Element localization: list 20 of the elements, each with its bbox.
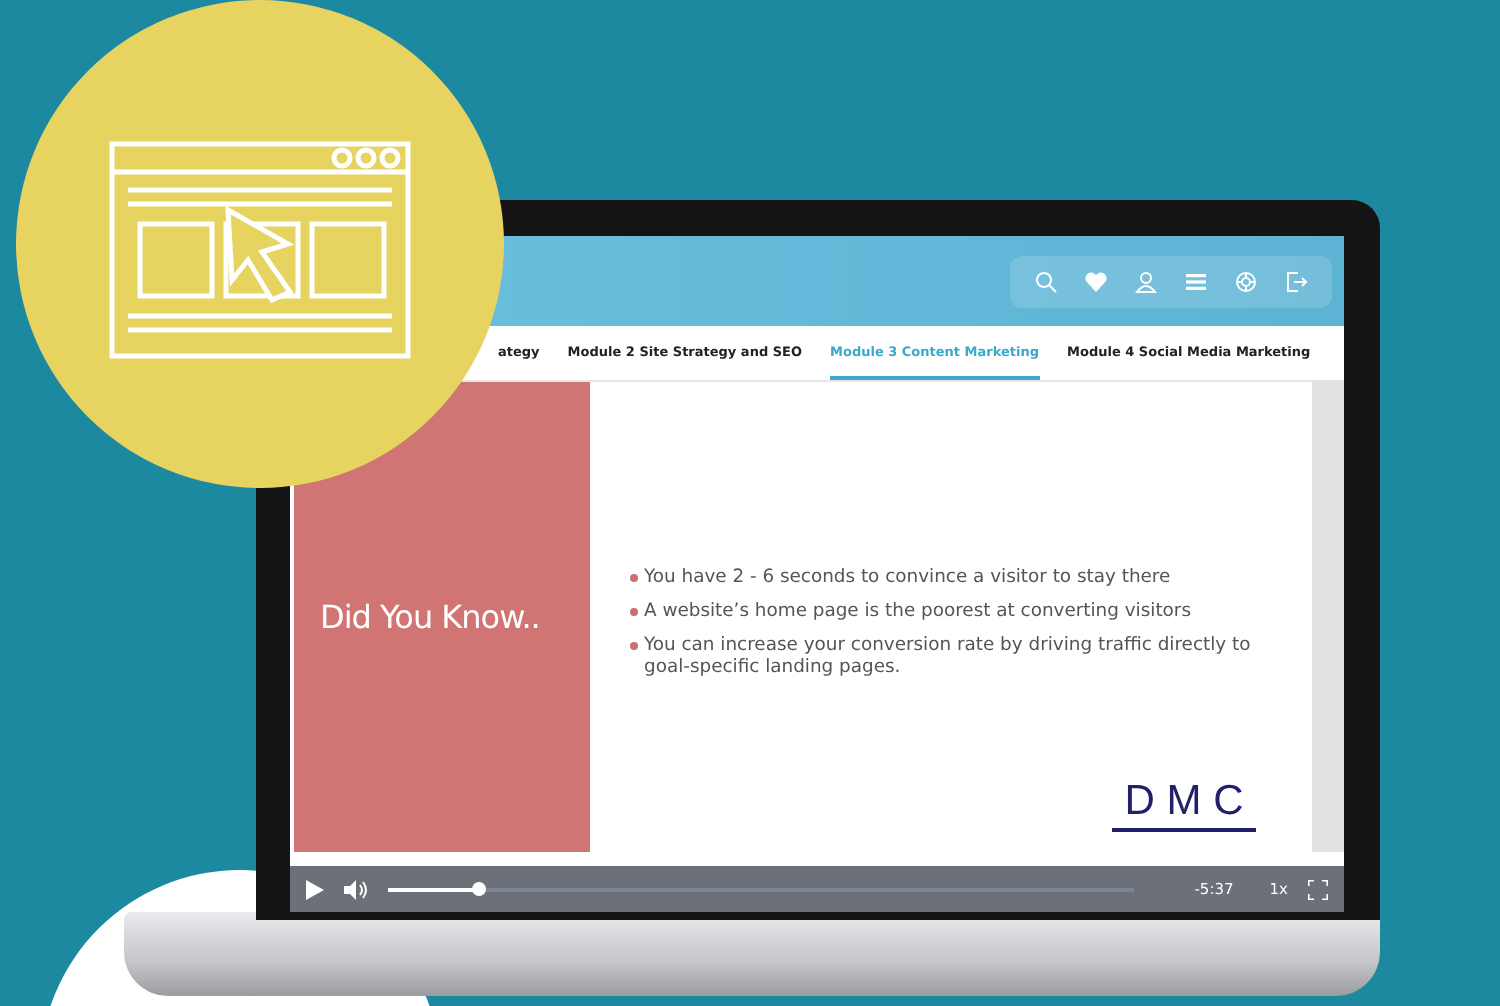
search-icon[interactable] <box>1034 269 1058 293</box>
progress-handle[interactable] <box>471 881 486 895</box>
logo-text: D M C <box>1124 778 1244 826</box>
volume-icon[interactable] <box>344 879 368 899</box>
menu-icon[interactable] <box>1184 269 1208 293</box>
logo-underline <box>1112 828 1256 832</box>
bullet-text: You have 2 - 6 seconds to convince a visitor to stay there <box>644 565 1171 590</box>
scrollbar[interactable] <box>1312 382 1344 852</box>
lifebuoy-icon[interactable] <box>1234 269 1258 293</box>
bullet-icon <box>630 574 638 583</box>
fullscreen-icon[interactable] <box>1308 879 1328 899</box>
slide-title: Did You Know.. <box>320 598 540 636</box>
user-icon[interactable] <box>1134 269 1158 293</box>
play-icon[interactable] <box>306 879 324 899</box>
bullet-text: You can increase your conversion rate by driving traffic directly to goal-specific landing pages. <box>644 633 1253 681</box>
bullet-icon <box>630 608 638 617</box>
bullet-icon <box>630 642 638 650</box>
bullet-text: A website’s home page is the poorest at converting visitors <box>644 599 1191 623</box>
heart-icon[interactable] <box>1084 269 1108 293</box>
logout-icon[interactable] <box>1284 269 1308 293</box>
